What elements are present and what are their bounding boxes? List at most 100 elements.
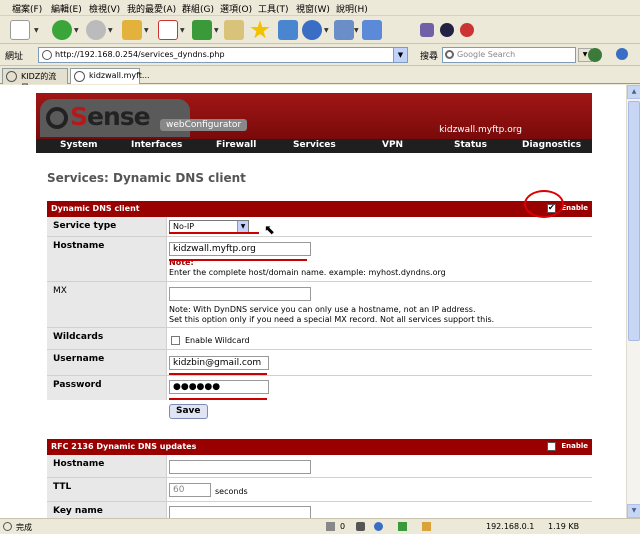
up-folder-icon[interactable]: [122, 20, 142, 40]
menu-groups[interactable]: 群組(G): [182, 2, 214, 15]
dropdown-arrow-icon[interactable]: ▼: [180, 27, 185, 34]
dropdown-arrow-icon[interactable]: ▼: [34, 27, 39, 34]
mx-input[interactable]: [169, 287, 311, 301]
counter-icon: [326, 522, 335, 531]
status-count: 0: [340, 522, 346, 531]
row-username: Username kidzbin@gmail.com: [47, 350, 592, 376]
field-label: TTL: [47, 478, 167, 501]
row-rfc-hostname: Hostname: [47, 455, 592, 478]
username-input[interactable]: kidzbin@gmail.com: [169, 356, 269, 370]
dropdown-arrow-icon[interactable]: ▼: [108, 27, 113, 34]
webconfigurator-badge: webConfigurator: [160, 119, 248, 131]
window-icon[interactable]: [278, 20, 298, 40]
bookmark-icon[interactable]: [420, 23, 434, 37]
scroll-down-icon[interactable]: ▼: [627, 504, 640, 518]
dropdown-arrow-icon[interactable]: ▼: [354, 27, 359, 34]
rfc-hostname-input[interactable]: [169, 460, 311, 474]
row-hostname: Hostname kidzwall.myftp.org Note: Enter …: [47, 237, 592, 282]
annotation-underline: [169, 373, 267, 375]
address-label: 網址: [5, 52, 24, 62]
nav-diagnostics[interactable]: Diagnostics: [522, 140, 581, 150]
no-entry-icon[interactable]: [460, 23, 474, 37]
pfsense-header: Sense webConfigurator kidzwall.myftp.org: [36, 93, 592, 139]
nav-vpn[interactable]: VPN: [382, 140, 403, 150]
nav-services[interactable]: Services: [293, 140, 336, 150]
password-input[interactable]: ●●●●●●: [169, 380, 269, 394]
mouse-cursor-icon: ⬉: [264, 223, 275, 238]
ttl-input[interactable]: 60: [169, 483, 211, 497]
favorites-star-icon[interactable]: [250, 20, 270, 39]
vertical-scrollbar[interactable]: ▲ ▼: [626, 85, 640, 518]
nav-status[interactable]: Status: [454, 140, 487, 150]
menu-file[interactable]: 檔案(F): [12, 2, 42, 15]
menu-options[interactable]: 選項(O): [220, 2, 252, 15]
status-text: 完成: [16, 523, 32, 532]
header-hostname: kidzwall.myftp.org: [439, 125, 522, 135]
rfc2136-enable-checkbox[interactable]: [547, 442, 556, 451]
address-url: http://192.168.0.254/services_dyndns.php: [55, 50, 225, 59]
page-favicon-icon: [42, 50, 52, 60]
nav-interfaces[interactable]: Interfaces: [131, 140, 182, 150]
scroll-thumb[interactable]: [628, 101, 640, 341]
cascade-icon[interactable]: [362, 20, 382, 40]
field-label: MX: [47, 282, 167, 327]
row-ttl: TTL 60 seconds: [47, 478, 592, 502]
menu-favorites[interactable]: 我的最愛(A): [127, 2, 176, 15]
status-size: 1.19 KB: [548, 522, 580, 531]
dropdown-arrow-icon[interactable]: ▼: [324, 27, 329, 34]
row-mx: MX Note: With DynDNS service you can onl…: [47, 282, 592, 328]
key-name-input[interactable]: [169, 506, 311, 518]
menu-edit[interactable]: 編輯(E): [51, 2, 82, 15]
tile-icon[interactable]: [334, 20, 354, 40]
row-wildcards: Wildcards Enable Wildcard: [47, 328, 592, 350]
dropdown-arrow-icon[interactable]: ▼: [144, 27, 149, 34]
undo-icon[interactable]: [302, 20, 322, 40]
save-button[interactable]: Save: [169, 404, 208, 419]
note-text: Set this option only if you need a speci…: [169, 315, 495, 324]
go-icon[interactable]: [588, 48, 602, 62]
field-label: Username: [47, 350, 167, 375]
forward-icon[interactable]: [86, 20, 106, 40]
chevron-down-icon[interactable]: ▼: [237, 221, 248, 232]
status-shield-icon: [398, 522, 407, 531]
annotation-underline: [169, 232, 259, 234]
search-input[interactable]: Google Search: [442, 47, 576, 63]
dropdown-arrow-icon[interactable]: ▼: [74, 27, 79, 34]
wildcard-checkbox[interactable]: [171, 336, 180, 345]
field-label: Password: [47, 376, 167, 400]
page-loaded-icon: [3, 522, 12, 531]
logo-wordmark: Sense: [70, 102, 151, 131]
pfsense-page: Sense webConfigurator kidzwall.myftp.org…: [36, 93, 592, 518]
address-input[interactable]: http://192.168.0.254/services_dyndns.php…: [38, 47, 408, 63]
globe-icon[interactable]: [616, 48, 628, 60]
service-type-value: No-IP: [173, 222, 195, 231]
hostname-input[interactable]: kidzwall.myftp.org: [169, 242, 311, 256]
tab-traffic[interactable]: KIDZ的流量...: [2, 68, 68, 92]
compass-icon[interactable]: [440, 23, 454, 37]
field-label: Wildcards: [47, 328, 167, 349]
new-page-icon[interactable]: [10, 20, 30, 40]
row-key-name: Key name: [47, 502, 592, 518]
nav-system[interactable]: System: [60, 140, 98, 150]
section-dyndns-header: Dynamic DNS client Enable: [47, 201, 592, 217]
status-ip: 192.168.0.1: [486, 522, 535, 531]
home-icon[interactable]: [224, 20, 244, 40]
field-label: Hostname: [47, 455, 167, 477]
menu-tools[interactable]: 工具(T): [258, 2, 289, 15]
section-title: Dynamic DNS client: [51, 204, 140, 213]
menu-view[interactable]: 檢視(V): [89, 2, 120, 15]
dropdown-arrow-icon[interactable]: ▼: [214, 27, 219, 34]
stop-icon[interactable]: [158, 20, 178, 40]
refresh-icon[interactable]: [192, 20, 212, 40]
address-dropdown-icon[interactable]: ▼: [393, 48, 407, 62]
hostname-note: Note: Enter the complete host/domain nam…: [169, 258, 446, 278]
section-rfc2136-header: RFC 2136 Dynamic DNS updates Enable: [47, 439, 592, 455]
note-text: Enter the complete host/domain name. exa…: [169, 268, 446, 277]
menu-help[interactable]: 說明(H): [336, 2, 368, 15]
menu-window[interactable]: 視窗(W): [296, 2, 330, 15]
tab-kidzwall[interactable]: kidzwall.myft...: [70, 68, 150, 84]
nav-firewall[interactable]: Firewall: [216, 140, 256, 150]
back-icon[interactable]: [52, 20, 72, 40]
status-globe-icon: [374, 522, 383, 531]
scroll-up-icon[interactable]: ▲: [627, 85, 640, 99]
